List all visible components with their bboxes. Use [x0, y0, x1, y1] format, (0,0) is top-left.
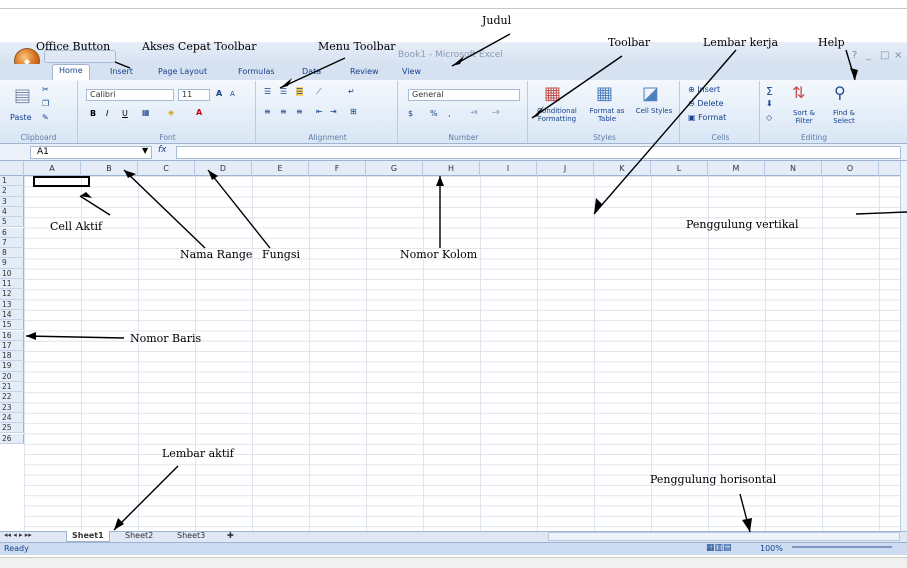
annotation-lembar-kerja: Lembar kerja: [703, 36, 779, 49]
annotation-nomor-baris: Nomor Baris: [130, 332, 202, 345]
annotation-penggulung-horisontal: Penggulung horisontal: [650, 473, 777, 486]
annotation-fungsi: Fungsi: [262, 248, 301, 261]
arrow-lembar-kerja: [593, 49, 737, 215]
annotation-help: Help: [818, 36, 845, 49]
arrow-akses-cepat: [114, 61, 131, 69]
annotation-judul: Judul: [482, 14, 512, 27]
arrow-fungsi: [207, 169, 271, 249]
annotation-nomor-kolom: Nomor Kolom: [400, 248, 478, 261]
arrow-lembar-aktif: [113, 465, 179, 531]
arrow-nomor-baris: [25, 335, 125, 339]
annotation-akses-cepat: Akses Cepat Toolbar: [142, 40, 257, 53]
annotation-menu-toolbar: Menu Toolbar: [318, 40, 396, 53]
arrow-cell-aktif: [79, 195, 111, 216]
annotation-cell-aktif: Cell Aktif: [50, 220, 103, 233]
arrow-menu-toolbar: [279, 57, 346, 89]
annotation-nama-range: Nama Range: [180, 248, 253, 261]
annotation-toolbar: Toolbar: [608, 36, 651, 49]
arrow-nama-range: [123, 169, 206, 249]
annotation-office-button: Office Button: [36, 40, 111, 53]
annotation-lembar-aktif: Lembar aktif: [162, 447, 234, 460]
arrow-toolbar: [531, 55, 623, 119]
annotation-penggulung-vertikal: Penggulung vertikal: [686, 218, 799, 231]
arrow-penggulung-vertikal: [855, 211, 907, 215]
